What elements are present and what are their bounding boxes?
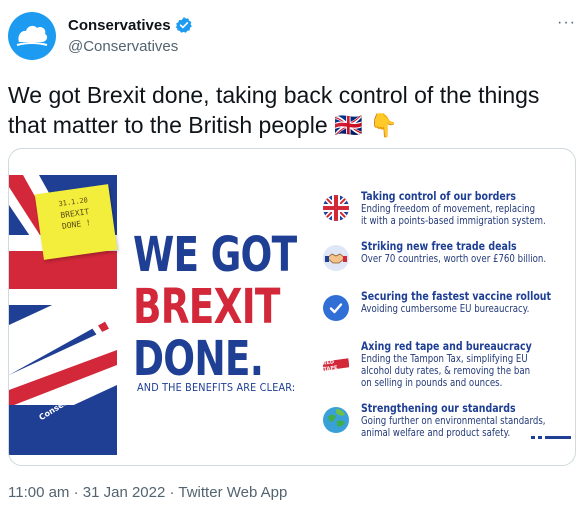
benefit-desc-line: on selling in pounds and ounces. bbox=[361, 377, 503, 389]
tweet-text: We got Brexit done, taking back control … bbox=[8, 82, 540, 138]
dash bbox=[545, 436, 571, 439]
headline-line-2: BREXIT bbox=[133, 279, 280, 335]
dash bbox=[538, 436, 542, 439]
benefit-desc-line: Avoiding cumbersome EU bureaucracy. bbox=[361, 303, 530, 315]
benefit-desc-line: it with a points-based immigration syste… bbox=[361, 215, 546, 227]
avatar[interactable] bbox=[8, 12, 56, 60]
verified-badge-icon bbox=[175, 17, 192, 33]
tweet-timestamp[interactable]: 11:00 am · 31 Jan 2022 · Twitter Web App bbox=[8, 484, 287, 501]
benefit-desc-line: animal welfare and product safety. bbox=[361, 427, 511, 439]
benefit-title: Strengthening our standards bbox=[361, 401, 516, 415]
benefits-list: Taking control of our borders Ending fre… bbox=[323, 187, 573, 449]
headline: WE GOT BREXIT DONE. bbox=[133, 229, 313, 385]
benefit-title: Striking new free trade deals bbox=[361, 239, 517, 253]
benefit-desc: Going further on environmental standards… bbox=[361, 415, 550, 439]
benefit-standards: Strengthening our standards Going furthe… bbox=[323, 399, 573, 449]
benefit-desc-line: Over 70 countries, worth over £760 billi… bbox=[361, 253, 547, 265]
red-tape-label: RED TAPE bbox=[323, 357, 349, 372]
benefit-trade: Striking new free trade deals Over 70 co… bbox=[323, 237, 573, 287]
benefit-desc-line: Going further on environmental standards… bbox=[361, 415, 546, 427]
benefit-desc-line: Ending the Tampon Tax, simplifying EU bbox=[361, 353, 528, 365]
benefit-red-tape: RED TAPE Axing red tape and bureaucracy … bbox=[323, 337, 573, 399]
display-name[interactable]: Conservatives bbox=[68, 17, 171, 34]
benefits-subline: AND THE BENEFITS ARE CLEAR: bbox=[137, 381, 296, 394]
sticky-note: 31.1.20 BREXIT DONE ! bbox=[34, 184, 118, 260]
benefit-desc-line: Ending freedom of movement, replacing bbox=[361, 203, 536, 215]
headline-line-1: WE GOT bbox=[133, 227, 297, 283]
benefit-desc: Ending freedom of movement, replacing it… bbox=[361, 203, 550, 227]
tweet-header: Conservatives @Conservatives ··· bbox=[8, 12, 580, 64]
check-icon bbox=[323, 295, 349, 321]
tweet-image[interactable]: Conservatives 31.1.20 BREXIT DONE ! WE G… bbox=[8, 148, 576, 466]
benefit-title: Axing red tape and bureaucracy bbox=[361, 339, 532, 353]
benefit-vaccine: Securing the fastest vaccine rollout Avo… bbox=[323, 287, 573, 337]
benefit-desc-line: alcohol duty rates, & removing the ban bbox=[361, 365, 531, 377]
globe-leaf-icon bbox=[323, 407, 349, 433]
benefit-desc: Over 70 countries, worth over £760 billi… bbox=[361, 253, 550, 265]
handle[interactable]: @Conservatives bbox=[68, 38, 178, 55]
headline-line-3: DONE. bbox=[133, 331, 264, 387]
red-tape-icon: RED TAPE bbox=[323, 351, 349, 377]
benefit-borders: Taking control of our borders Ending fre… bbox=[323, 187, 573, 237]
decorative-dashes bbox=[531, 436, 571, 439]
benefit-desc: Avoiding cumbersome EU bureaucracy. bbox=[361, 303, 550, 315]
more-options-icon[interactable]: ··· bbox=[557, 15, 576, 31]
dash bbox=[531, 436, 535, 439]
handshake-icon bbox=[323, 245, 349, 271]
tree-logo-icon bbox=[16, 25, 48, 46]
benefit-title: Securing the fastest vaccine rollout bbox=[361, 289, 552, 303]
benefit-desc: Ending the Tampon Tax, simplifying EU al… bbox=[361, 353, 550, 389]
benefit-title: Taking control of our borders bbox=[361, 189, 517, 203]
uk-flag-icon bbox=[323, 195, 349, 221]
